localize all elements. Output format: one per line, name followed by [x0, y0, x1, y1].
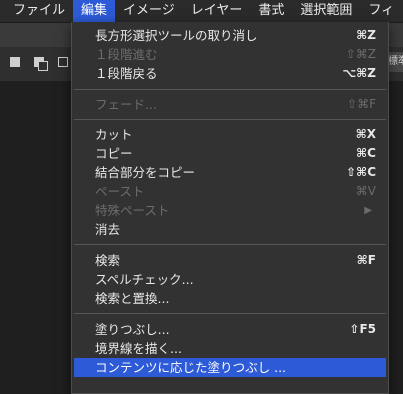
menu-item-label: ペースト: [95, 184, 145, 199]
menu-item-copy-merged[interactable]: 結合部分をコピー ⇧⌘C: [74, 163, 386, 182]
menu-item-label: 特殊ペースト: [95, 203, 170, 218]
menu-item-label: １段階進む: [95, 47, 158, 62]
menu-item-label: カット: [95, 127, 133, 142]
menu-item-label: 結合部分をコピー: [95, 165, 196, 180]
menu-item-label: コンテンツに応じた塗りつぶし ...: [95, 360, 287, 375]
menu-item-content-aware-fill[interactable]: コンテンツに応じた塗りつぶし ...: [74, 358, 386, 377]
menu-item-clear[interactable]: 消去: [74, 220, 386, 239]
shortcut-label: ⇧F5: [349, 322, 376, 336]
edit-menu-dropdown: 長方形選択ツールの取り消し ⌘Z １段階進む ⇧⌘Z １段階戻る ⌥⌘Z フェー…: [71, 22, 389, 394]
menu-item-undo[interactable]: 長方形選択ツールの取り消し ⌘Z: [74, 26, 386, 45]
menu-item-spell-check[interactable]: スペルチェック...: [74, 270, 386, 289]
new-selection-icon[interactable]: [10, 57, 22, 69]
menu-filter[interactable]: フィ: [360, 0, 402, 22]
shortcut-label: ⇧⌘Z: [345, 47, 376, 61]
menu-select[interactable]: 選択範囲: [292, 0, 360, 22]
shortcut-label: ⌘V: [355, 184, 376, 198]
menu-separator: [74, 244, 386, 245]
menu-item-cut[interactable]: カット ⌘X: [74, 125, 386, 144]
subtract-selection-icon[interactable]: [58, 57, 70, 69]
shortcut-label: ⌥⌘Z: [342, 66, 376, 80]
menu-separator: [74, 313, 386, 314]
menu-item-label: 消去: [95, 222, 121, 237]
menu-item-label: 境界線を描く...: [95, 341, 182, 356]
menu-item-paste-special[interactable]: 特殊ペースト ▶: [74, 201, 386, 220]
menu-item-label: スペルチェック...: [95, 272, 194, 287]
menu-type[interactable]: 書式: [250, 0, 292, 22]
menu-separator: [74, 89, 386, 90]
menu-item-search[interactable]: 検索 ⌘F: [74, 251, 386, 270]
menu-item-paste[interactable]: ペースト ⌘V: [74, 182, 386, 201]
menu-item-copy[interactable]: コピー ⌘C: [74, 144, 386, 163]
menu-image[interactable]: イメージ: [115, 0, 183, 22]
menu-item-label: １段階戻る: [95, 66, 158, 81]
shortcut-label: ⌘Z: [356, 28, 376, 42]
menu-item-label: フェード...: [95, 97, 157, 112]
menu-item-label: 長方形選択ツールの取り消し: [95, 28, 258, 43]
menu-edit[interactable]: 編集: [73, 0, 116, 22]
menu-item-label: 塗りつぶし...: [95, 322, 170, 337]
menu-item-fill[interactable]: 塗りつぶし... ⇧F5: [74, 320, 386, 339]
submenu-arrow-icon: ▶: [364, 205, 372, 216]
shortcut-label: ⌘F: [356, 253, 376, 267]
menu-separator: [74, 119, 386, 120]
menu-item-find-replace[interactable]: 検索と置換...: [74, 289, 386, 308]
menu-item-step-backward[interactable]: １段階戻る ⌥⌘Z: [74, 64, 386, 83]
menu-item-stroke[interactable]: 境界線を描く...: [74, 339, 386, 358]
menu-item-label: 検索: [95, 253, 121, 268]
menu-file[interactable]: ファイル: [0, 0, 73, 22]
shortcut-label: ⇧⌘F: [347, 97, 376, 111]
menu-layer[interactable]: レイヤー: [183, 0, 251, 22]
menu-item-label: コピー: [95, 146, 133, 161]
menu-item-label: 検索と置換...: [95, 291, 170, 306]
menu-bar: ファイル 編集 イメージ レイヤー 書式 選択範囲 フィ: [0, 0, 403, 23]
shortcut-label: ⌘X: [355, 127, 376, 141]
menu-item-step-forward[interactable]: １段階進む ⇧⌘Z: [74, 45, 386, 64]
add-selection-icon[interactable]: [34, 57, 48, 71]
shortcut-label: ⌘C: [356, 146, 376, 160]
menu-item-fade[interactable]: フェード... ⇧⌘F: [74, 95, 386, 114]
shortcut-label: ⇧⌘C: [346, 165, 376, 179]
